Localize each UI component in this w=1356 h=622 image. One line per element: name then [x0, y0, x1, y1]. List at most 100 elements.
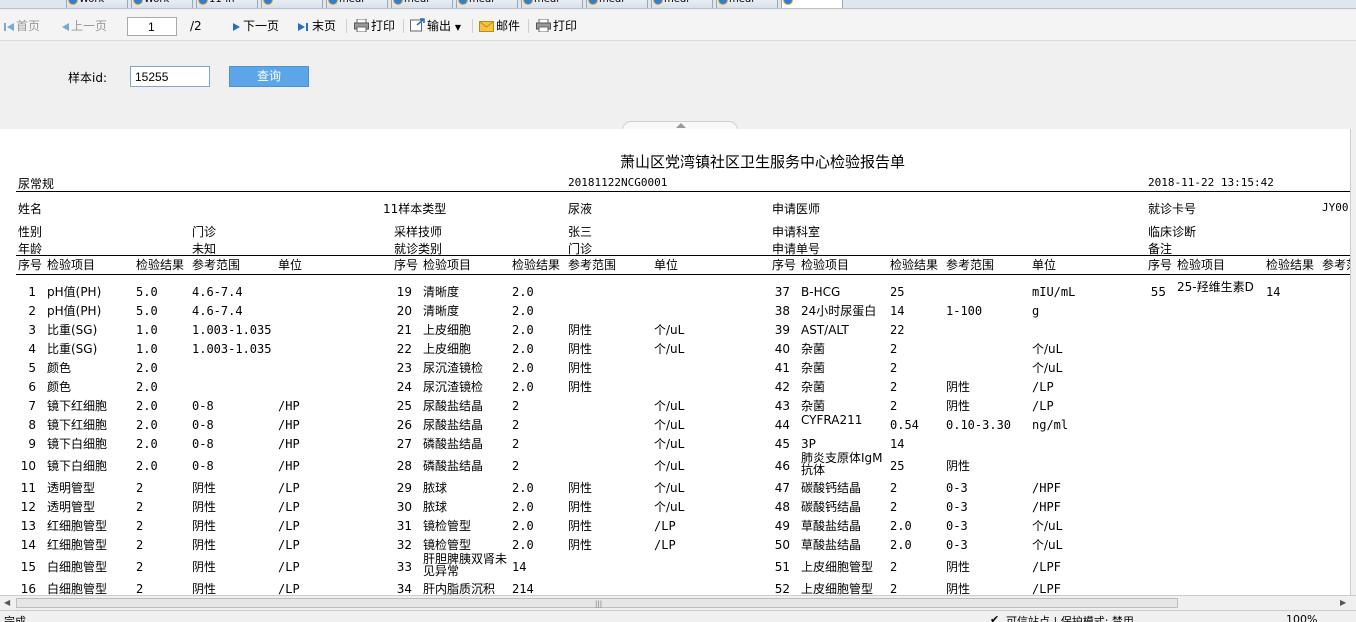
next-page-button[interactable]: 下一页 — [232, 18, 279, 34]
table-cell-item: 上皮细胞 — [423, 323, 472, 337]
scroll-right-icon[interactable]: ▶ — [1340, 598, 1346, 607]
sample-id-label: 样本id: — [68, 71, 107, 85]
browser-tab[interactable]: medi — [391, 0, 453, 8]
table-cell-item: 尿沉渣镜检 — [423, 361, 484, 375]
table-cell-seq: 8 — [28, 418, 36, 432]
table-cell-seq: 7 — [28, 399, 36, 413]
table-cell-item: 镜下红细胞 — [47, 399, 108, 413]
browser-tab-strip: Work Work 11-in medi medi medi medi medi medi med… — [0, 0, 1356, 9]
ie-icon — [458, 0, 468, 5]
table-cell-item: 红细胞管型 — [47, 519, 108, 533]
table-cell-seq: 23 — [396, 361, 412, 375]
table-cell-result: 2.0 — [512, 481, 534, 495]
table-cell-seq: 38 — [774, 304, 790, 318]
browser-tab[interactable]: medi — [521, 0, 583, 8]
browser-tab[interactable]: medi — [716, 0, 778, 8]
table-cell-result: 2.0 — [136, 361, 158, 375]
table-cell-range: 阴性 — [192, 481, 217, 495]
browser-tab[interactable]: medi — [326, 0, 388, 8]
status-text: 完成 — [4, 615, 26, 622]
vertical-scrollbar[interactable] — [1350, 129, 1356, 595]
browser-tab[interactable]: Work — [66, 0, 128, 8]
query-button[interactable]: 查询 — [229, 66, 309, 87]
table-cell-result: 2.0 — [512, 304, 534, 318]
page-number-input[interactable] — [127, 17, 177, 36]
first-page-button[interactable]: 首页 — [4, 18, 40, 34]
table-cell-item: 清晰度 — [423, 285, 460, 299]
table-cell-range: 阴性 — [192, 582, 217, 595]
ie-icon — [68, 0, 78, 5]
table-header-range: 参考范围 — [568, 258, 617, 272]
toolbar-separator — [403, 19, 404, 33]
print-button-2[interactable]: 打印 — [536, 18, 577, 34]
table-cell-result: 2.0 — [136, 418, 158, 432]
sample-id-input[interactable] — [130, 66, 210, 87]
table-cell-range: 0-8 — [192, 437, 214, 451]
table-header-item: 检验项目 — [1177, 258, 1226, 272]
browser-tab[interactable]: 11-in — [196, 0, 258, 8]
table-cell-unit: /HPF — [1032, 500, 1061, 514]
export-dropdown-button[interactable]: 输出 ▼ — [410, 18, 461, 34]
table-cell-unit: 个/uL — [654, 481, 685, 495]
prev-page-button[interactable]: 上一页 — [60, 18, 107, 34]
table-cell-unit: 个/uL — [1032, 538, 1063, 552]
scroll-left-icon[interactable]: ◀ — [4, 598, 10, 607]
table-cell-item: 白细胞管型 — [47, 560, 108, 574]
table-cell-result: 14 — [1266, 285, 1281, 299]
table-cell-result: 2.0 — [512, 323, 534, 337]
table-cell-seq: 47 — [774, 481, 790, 495]
table-cell-item: 尿酸盐结晶 — [423, 399, 484, 413]
ie-icon — [783, 0, 793, 5]
browser-tab[interactable]: Work — [131, 0, 193, 8]
table-cell-result: 22 — [890, 323, 905, 337]
last-page-button[interactable]: 末页 — [298, 18, 336, 34]
table-cell-seq: 5 — [28, 361, 36, 375]
first-page-icon — [4, 23, 14, 31]
horizontal-scrollbar[interactable]: ◀ ||| ▶ — [0, 595, 1356, 610]
print-button[interactable]: 打印 — [354, 18, 395, 34]
mail-button[interactable]: 邮件 — [479, 18, 520, 34]
prev-page-icon — [62, 23, 69, 31]
browser-tab[interactable]: medi — [586, 0, 648, 8]
table-cell-unit: /LP — [278, 481, 300, 495]
table-cell-seq: 22 — [396, 342, 412, 356]
last-page-icon — [298, 23, 308, 31]
table-cell-unit: /LPF — [1032, 582, 1061, 595]
table-cell-item: 脓球 — [423, 481, 448, 495]
browser-tab[interactable] — [261, 0, 323, 8]
table-cell-result: 2 — [136, 481, 144, 495]
table-cell-seq: 44 — [774, 418, 790, 432]
browser-tab[interactable]: medi — [456, 0, 518, 8]
table-cell-item: 镜检管型 — [423, 519, 472, 533]
table-cell-item: B-HCG — [801, 285, 841, 299]
table-cell-item: 碳酸钙结晶 — [801, 500, 862, 514]
table-cell-result: 14 — [890, 304, 905, 318]
table-cell-result: 5.0 — [136, 304, 158, 318]
browser-tab[interactable]: medi — [651, 0, 713, 8]
table-cell-seq: 11 — [20, 481, 36, 495]
table-cell-item: 杂菌 — [801, 399, 826, 413]
table-cell-result: 2.0 — [136, 380, 158, 394]
table-cell-item: 上皮细胞管型 — [801, 582, 874, 595]
next-page-icon — [233, 23, 240, 31]
search-panel: 样本id: 查询 — [0, 42, 1356, 128]
browser-tab[interactable] — [781, 0, 843, 8]
table-cell-result: 1.0 — [136, 323, 158, 337]
table-cell-range: 0-8 — [192, 399, 214, 413]
scrollbar-thumb[interactable]: ||| — [16, 598, 1178, 608]
mail-icon — [479, 21, 494, 32]
table-cell-seq: 43 — [774, 399, 790, 413]
table-cell-range: 0-3 — [946, 538, 968, 552]
table-cell-seq: 20 — [396, 304, 412, 318]
ie-icon — [263, 0, 273, 5]
table-cell-seq: 19 — [396, 285, 412, 299]
table-cell-range: 阴性 — [568, 323, 593, 337]
table-cell-range: 阴性 — [568, 342, 593, 356]
table-cell-unit: 个/uL — [654, 399, 685, 413]
table-cell-range: 4.6-7.4 — [192, 285, 243, 299]
zoom-level[interactable]: 100% — [1286, 613, 1317, 622]
table-cell-result: 2 — [890, 582, 898, 595]
table-cell-item: 颜色 — [47, 361, 72, 375]
table-cell-seq: 42 — [774, 380, 790, 394]
divider — [16, 255, 1350, 256]
